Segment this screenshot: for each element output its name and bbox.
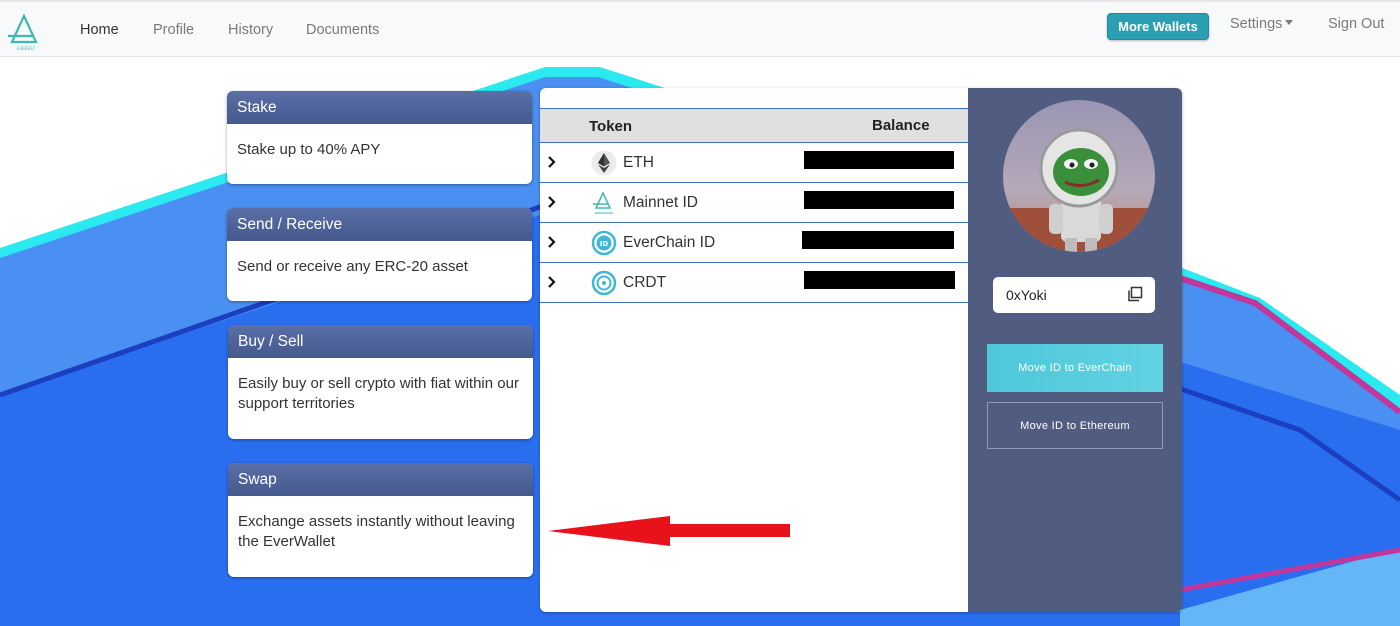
nav-history[interactable]: History: [228, 22, 273, 38]
token-row-crdt[interactable]: CRDT: [540, 262, 968, 302]
token-name: ETH: [623, 154, 654, 171]
sign-out-link[interactable]: Sign Out: [1328, 16, 1384, 32]
card-title: Swap: [228, 463, 533, 496]
ethereum-icon: [591, 150, 617, 176]
svg-text:EVEREST: EVEREST: [17, 46, 36, 51]
token-row-everchain-id[interactable]: ID EverChain ID: [540, 222, 968, 262]
wallet-address-box: 0xYoki: [993, 277, 1155, 313]
token-column-header: Token: [589, 118, 633, 135]
everest-logo[interactable]: EVEREST: [6, 12, 46, 52]
svg-text:ID: ID: [600, 240, 609, 248]
everest-logo-icon: [593, 191, 613, 214]
nav-home[interactable]: Home: [80, 22, 119, 38]
more-wallets-button[interactable]: More Wallets: [1107, 13, 1209, 40]
settings-dropdown[interactable]: Settings: [1230, 16, 1294, 32]
token-name: CRDT: [623, 274, 667, 291]
nav-documents[interactable]: Documents: [306, 22, 379, 38]
balance-column-header: Balance: [872, 117, 930, 134]
profile-side-panel: 0xYoki Move ID to EverChain Move ID to E…: [968, 88, 1182, 612]
redacted-balance: [804, 151, 954, 169]
table-bottom-border: [540, 302, 968, 303]
move-id-to-ethereum-button[interactable]: Move ID to Ethereum: [987, 402, 1163, 449]
card-description: Easily buy or sell crypto with fiat with…: [238, 375, 519, 412]
chevron-right-icon[interactable]: [545, 194, 559, 210]
token-row-mainnet-id[interactable]: Mainnet ID: [540, 182, 968, 222]
card-description: Exchange assets instantly without leavin…: [238, 513, 515, 550]
red-arrow-annotation: [548, 516, 790, 546]
id-badge-icon: ID: [591, 230, 617, 256]
move-id-to-everchain-button[interactable]: Move ID to EverChain: [987, 344, 1163, 392]
token-name: EverChain ID: [623, 234, 716, 251]
settings-label: Settings: [1230, 16, 1283, 32]
card-title: Buy / Sell: [228, 325, 533, 358]
chevron-right-icon[interactable]: [545, 274, 559, 290]
stake-card[interactable]: Stake Stake up to 40% APY: [227, 91, 532, 184]
card-title: Stake: [227, 91, 532, 124]
wallet-address: 0xYoki: [1006, 287, 1047, 303]
user-avatar: [1003, 100, 1155, 252]
redacted-balance: [802, 231, 954, 249]
card-title: Send / Receive: [227, 208, 532, 241]
redacted-balance: [804, 191, 954, 209]
send-receive-card[interactable]: Send / Receive Send or receive any ERC-2…: [227, 208, 532, 301]
card-description: Stake up to 40% APY: [237, 141, 381, 158]
token-row-eth[interactable]: ETH: [540, 142, 968, 182]
chevron-right-icon[interactable]: [545, 234, 559, 250]
nav-profile[interactable]: Profile: [153, 22, 194, 38]
caret-down-icon: [1285, 20, 1294, 25]
card-description: Send or receive any ERC-20 asset: [237, 258, 468, 275]
buy-sell-card[interactable]: Buy / Sell Easily buy or sell crypto wit…: [228, 325, 533, 439]
top-navbar: EVEREST Home Profile History Documents M…: [0, 0, 1400, 57]
crdt-coin-icon: [591, 270, 617, 296]
token-table-header: Token Balance: [540, 108, 968, 142]
swap-card[interactable]: Swap Exchange assets instantly without l…: [228, 463, 533, 577]
token-name: Mainnet ID: [623, 194, 698, 211]
redacted-balance: [804, 271, 955, 289]
chevron-right-icon[interactable]: [545, 154, 559, 170]
copy-icon[interactable]: [1127, 286, 1143, 302]
